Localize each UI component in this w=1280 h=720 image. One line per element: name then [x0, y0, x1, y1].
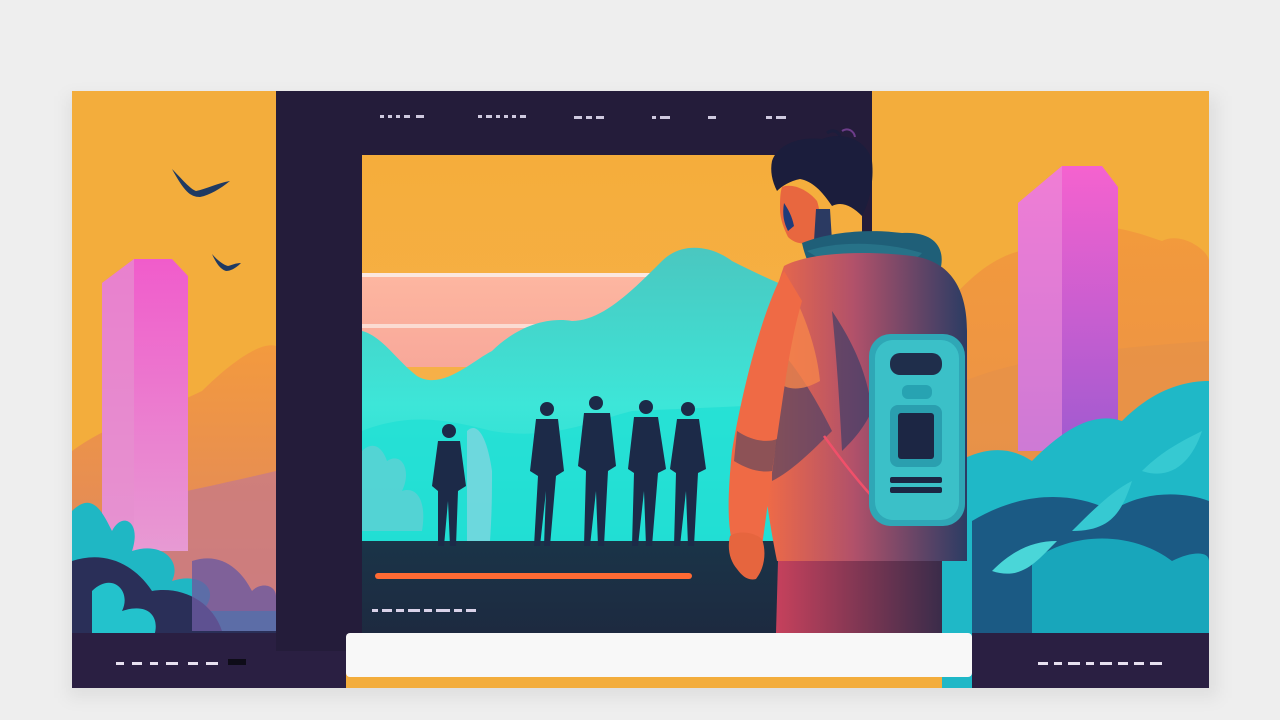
right-footer-bar: [972, 633, 1209, 688]
right-footer-dots: [1038, 662, 1162, 665]
bottom-input-bar: [346, 633, 972, 677]
caption-scribble: [372, 609, 476, 612]
orange-line: [375, 573, 692, 579]
backpack: [869, 334, 965, 526]
artwork-svg: [72, 91, 1209, 688]
illustration-scene: [0, 0, 1280, 720]
pants: [776, 561, 942, 633]
illustration-panel: [72, 91, 1209, 688]
